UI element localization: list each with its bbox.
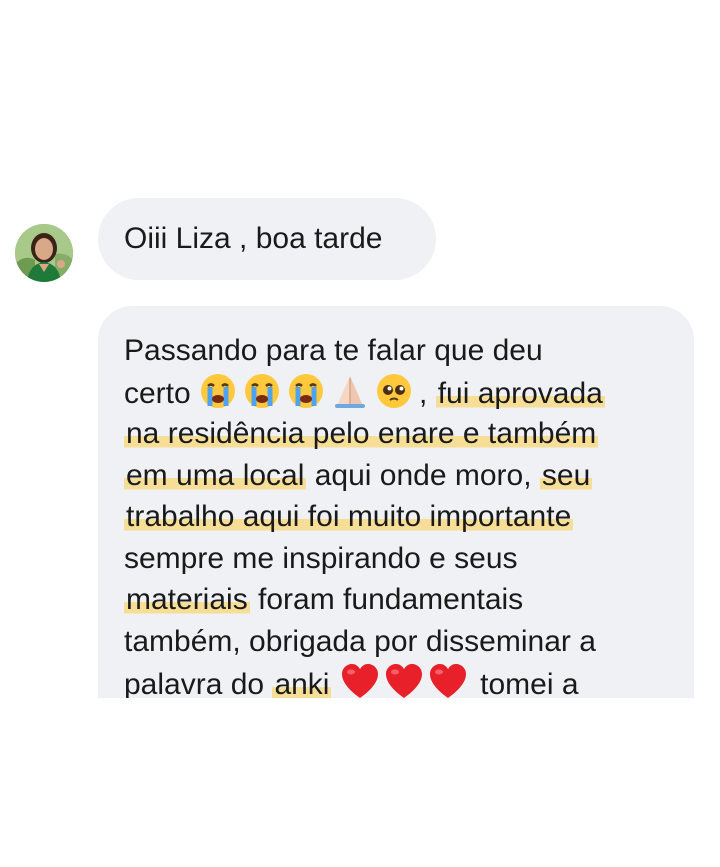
text-segment: também, obrigada por disseminar a xyxy=(124,624,596,658)
highlighted-text: fui aprovada xyxy=(435,376,605,410)
message-line: na residência pelo enare e também xyxy=(124,413,605,455)
red-heart-icon xyxy=(384,662,424,698)
highlighted-text: na residência pelo enare e também xyxy=(124,417,599,450)
message-text: Oiii Liza , boa tarde xyxy=(124,222,383,255)
highlighted-text: trabalho aqui foi muito importante xyxy=(124,500,574,533)
highlighted-text: seu xyxy=(539,458,593,492)
text-segment: Passando para te falar que deu xyxy=(124,334,543,367)
text-segment: palavra do xyxy=(124,668,273,698)
contact-avatar[interactable] xyxy=(15,224,73,282)
message-line: também, obrigada por disseminar a xyxy=(124,621,605,663)
message-line: trabalho aqui foi muito importante xyxy=(124,496,605,538)
message-line: certo , fui aprovada xyxy=(124,372,605,414)
message-line: palavra do anki tomei a xyxy=(124,662,605,698)
text-segment: sempre me inspirando e seus xyxy=(124,541,518,575)
loudly-crying-face-icon xyxy=(287,372,325,410)
text-segment: aqui onde moro, xyxy=(306,458,540,492)
text-segment: , xyxy=(419,376,436,410)
message-bubble-greeting[interactable]: Oiii Liza , boa tarde xyxy=(98,198,436,280)
red-heart-icon xyxy=(340,662,380,698)
message-line: Passando para te falar que deu xyxy=(124,330,605,372)
text-segment: tomei a xyxy=(471,668,579,698)
message-line: em uma local aqui onde moro, seu xyxy=(124,455,605,497)
red-heart-icon xyxy=(428,662,468,698)
chat-screen: Oiii Liza , boa tarde Passando para te f… xyxy=(0,0,720,867)
text-segment: certo xyxy=(124,376,200,410)
pleading-face-icon xyxy=(375,372,413,410)
highlighted-text: materiais xyxy=(124,583,250,616)
highlighted-text: anki xyxy=(272,668,332,698)
folded-hands-icon xyxy=(331,372,369,410)
loudly-crying-face-icon xyxy=(243,372,281,410)
highlighted-text: em uma local xyxy=(124,458,307,492)
message-body: Passando para te falar que deu certo , f… xyxy=(124,330,605,698)
message-line: sempre me inspirando e seus xyxy=(124,538,605,580)
loudly-crying-face-icon xyxy=(199,372,237,410)
message-bubble-main[interactable]: Passando para te falar que deu certo , f… xyxy=(98,306,694,698)
text-segment: foram fundamentais xyxy=(249,583,524,616)
profile-photo-icon xyxy=(15,224,73,282)
message-line: materiais foram fundamentais xyxy=(124,579,605,621)
